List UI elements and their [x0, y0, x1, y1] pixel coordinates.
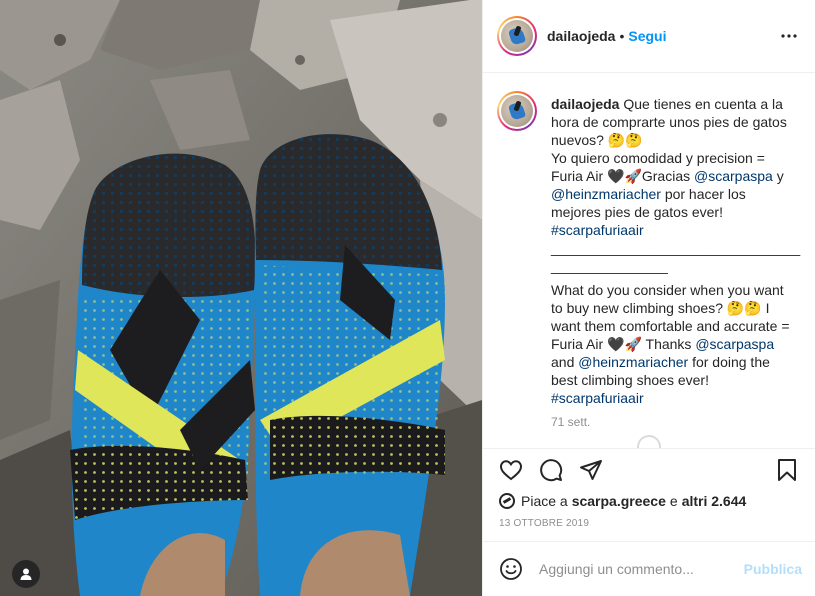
bookmark-icon[interactable]: [775, 458, 799, 482]
mention-heinzmariacher-2[interactable]: @heinzmariacher: [578, 354, 688, 370]
comment-bubble-icon[interactable]: [539, 458, 563, 482]
caption-text-3: y: [776, 168, 784, 184]
avatar[interactable]: [497, 16, 537, 56]
mention-scarpaspa-2[interactable]: @scarpaspa: [695, 336, 774, 352]
caption-text: dailaojeda Que tienes en cuenta a la hor…: [551, 95, 801, 407]
caption-age[interactable]: 71 sett.: [551, 415, 801, 429]
right-shoe: [254, 134, 445, 596]
heart-icon[interactable]: [499, 458, 523, 482]
publish-button[interactable]: Pubblica: [744, 561, 802, 577]
comment-input[interactable]: [539, 561, 744, 577]
hashtag-scarpafuriaair[interactable]: #scarpafuriaair: [551, 222, 644, 238]
likes-others-link[interactable]: altri 2.644: [682, 493, 747, 509]
liker-avatar[interactable]: [499, 493, 515, 509]
caption-avatar[interactable]: [497, 91, 537, 131]
likes-prefix: Piace a: [521, 493, 568, 509]
post-header: dailaojeda • Segui: [483, 0, 815, 73]
loading-spinner-icon: [637, 435, 661, 448]
caption-username[interactable]: dailaojeda: [551, 96, 619, 112]
user-tag-icon[interactable]: [12, 560, 40, 588]
caption-row: dailaojeda Que tienes en cuenta a la hor…: [497, 91, 801, 407]
smiley-icon[interactable]: [499, 557, 523, 581]
likes-conjunction: e: [669, 493, 678, 509]
post-photo[interactable]: [0, 0, 482, 596]
separator-dot: •: [619, 28, 625, 44]
likes-line: Piace a scarpa.greece e altri 2.644: [483, 490, 815, 512]
follow-button[interactable]: Segui: [628, 28, 666, 44]
action-bar: [483, 448, 815, 490]
mention-scarpaspa[interactable]: @scarpaspa: [694, 168, 773, 184]
caption-text-6: and: [551, 354, 575, 370]
liker-username[interactable]: scarpa.greece: [572, 493, 666, 509]
left-shoe: [70, 153, 256, 596]
caption-divider: ________________________________: [551, 240, 801, 256]
post-date[interactable]: 13 OTTOBRE 2019: [483, 518, 815, 540]
header-username[interactable]: dailaojeda: [547, 28, 615, 44]
comments-area: dailaojeda Que tienes en cuenta a la hor…: [483, 73, 815, 448]
hashtag-scarpafuriaair-2[interactable]: #scarpafuriaair: [551, 390, 644, 406]
comment-box: Pubblica: [483, 541, 815, 596]
post-side-panel: dailaojeda • Segui dailaojeda Que tienes…: [482, 0, 815, 596]
mention-heinzmariacher[interactable]: @heinzmariacher: [551, 186, 661, 202]
caption-divider-2: _______________: [551, 258, 668, 274]
more-horizontal-icon[interactable]: [777, 24, 801, 48]
paper-plane-icon[interactable]: [579, 458, 603, 482]
